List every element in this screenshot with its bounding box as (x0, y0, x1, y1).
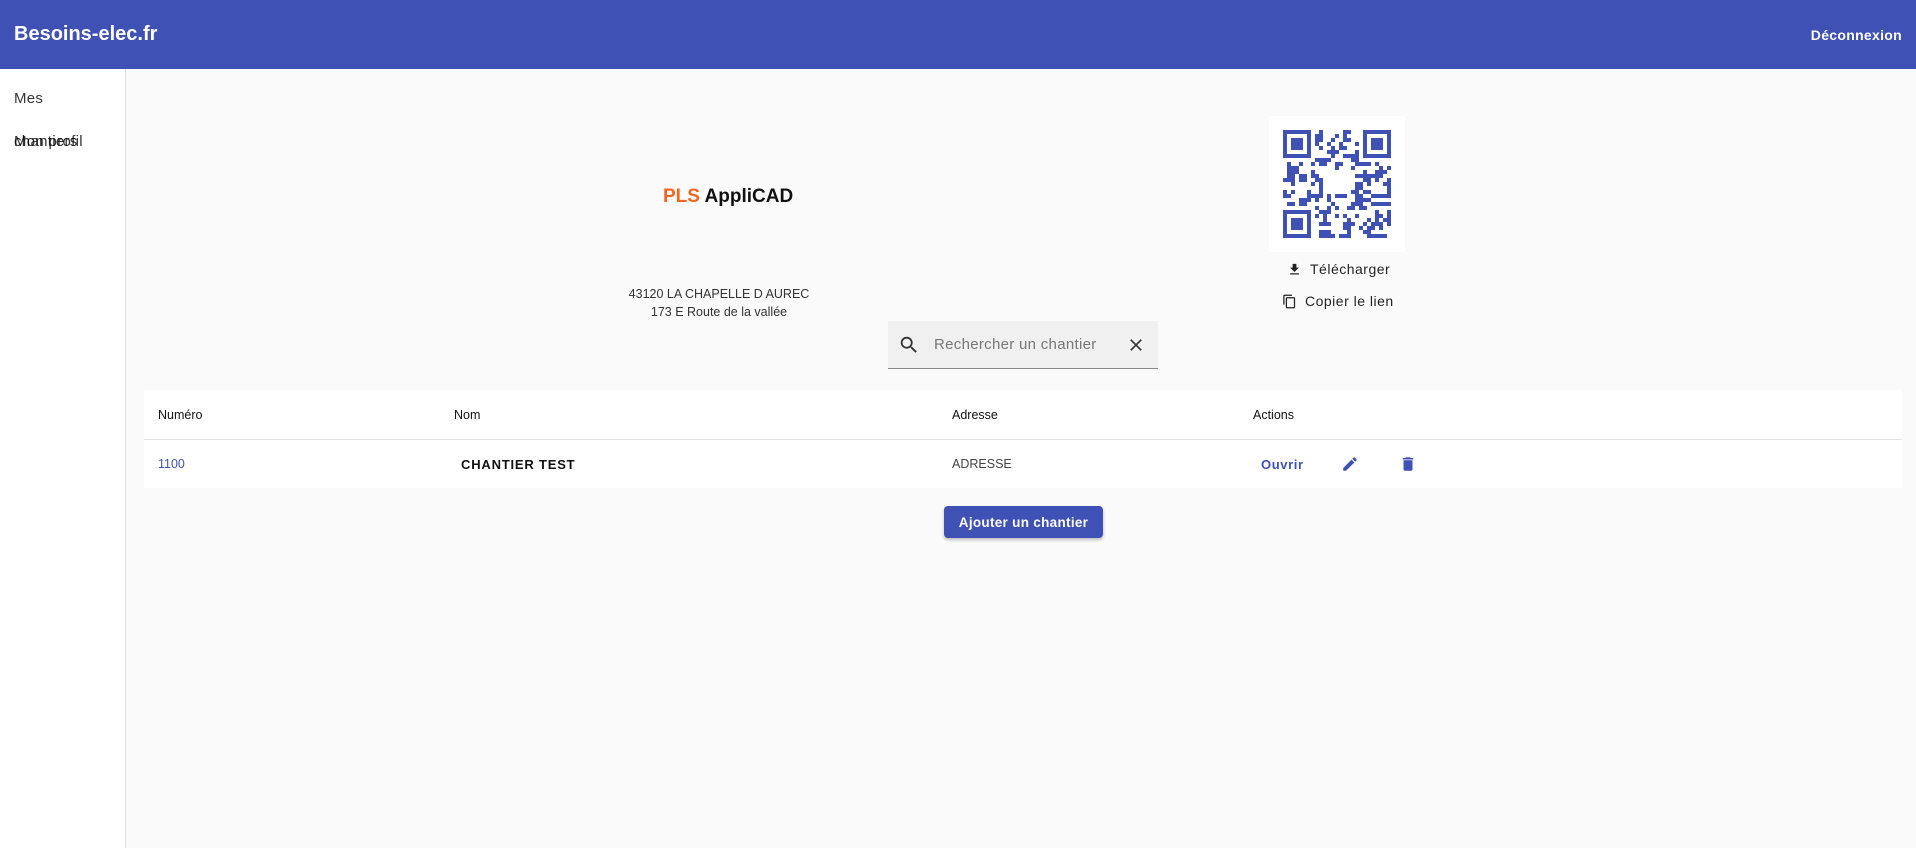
logout-button[interactable]: Déconnexion (1811, 27, 1902, 43)
qr-code (1269, 116, 1405, 252)
download-qr-label: Télécharger (1310, 261, 1391, 277)
pencil-icon (1343, 457, 1357, 471)
edit-chantier-button[interactable] (1341, 455, 1359, 473)
trash-icon (1402, 457, 1414, 471)
sidebar: Mes chantiers Mon profil (0, 69, 126, 848)
copy-link-button[interactable]: Copier le lien (1282, 293, 1394, 309)
address-line-2: 173 E Route de la vallée (650, 305, 788, 319)
delete-chantier-button[interactable] (1399, 455, 1417, 473)
app-bar: Besoins-elec.fr Déconnexion (0, 0, 1916, 69)
qr-code-image (1283, 130, 1391, 238)
search-field (888, 321, 1158, 369)
company-logo: PLS AppliCAD (663, 186, 807, 214)
download-icon (1290, 263, 1299, 274)
table-row: 1100 CHANTIER TEST ADRESSE Ouvrir (144, 440, 1902, 488)
header-nom: Nom (454, 407, 481, 422)
cell-numero: 1100 (158, 457, 185, 471)
cell-nom: CHANTIER TEST (461, 456, 576, 472)
search-icon (900, 336, 917, 353)
cell-adresse: ADRESSE (952, 457, 1012, 471)
copy-link-label: Copier le lien (1305, 293, 1394, 309)
table-header: Numéro Nom Adresse Actions (144, 390, 1902, 440)
logo-text-applicad: AppliCAD (704, 186, 794, 207)
header-adresse: Adresse (952, 407, 998, 422)
download-qr-button[interactable]: Télécharger (1287, 261, 1390, 277)
main-content: PLS AppliCAD 43120 LA CHAPELLE D AUREC 1… (127, 69, 1916, 848)
sidebar-item-mon-profil[interactable]: Mon profil (0, 120, 125, 163)
address-line-1: 43120 LA CHAPELLE D AUREC (628, 287, 810, 301)
company-address: 43120 LA CHAPELLE D AUREC 173 E Route de… (597, 285, 841, 321)
chantiers-table: Numéro Nom Adresse Actions 1100 CHANTIER… (144, 390, 1902, 488)
search-input[interactable] (934, 336, 1124, 353)
copy-icon (1283, 294, 1296, 308)
open-chantier-button[interactable]: Ouvrir (1261, 457, 1304, 472)
logo-text-pls: PLS (663, 186, 700, 207)
header-actions: Actions (1253, 407, 1294, 422)
app-brand[interactable]: Besoins-elec.fr (14, 23, 157, 46)
add-chantier-button[interactable]: Ajouter un chantier (944, 506, 1103, 538)
clear-search-icon[interactable] (1126, 335, 1146, 355)
header-numero: Numéro (158, 407, 203, 422)
sidebar-item-mes-chantiers[interactable]: Mes chantiers (0, 77, 125, 150)
